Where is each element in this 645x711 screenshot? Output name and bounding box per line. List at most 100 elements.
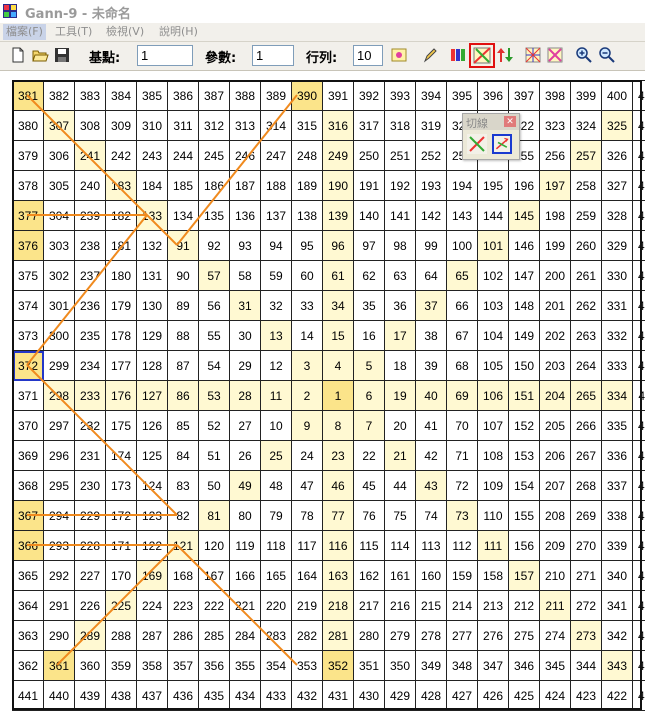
grid-cell[interactable]: 372 <box>12 350 44 381</box>
grid-cell[interactable]: 361 <box>43 650 75 681</box>
grid-cell[interactable]: 370 <box>12 410 44 441</box>
grid-cell[interactable]: 183 <box>105 170 137 201</box>
grid-cell[interactable]: 94 <box>260 230 292 261</box>
grid-cell[interactable]: 427 <box>446 680 478 711</box>
close-icon[interactable]: ✕ <box>504 116 516 127</box>
grid-cell[interactable]: 140 <box>353 200 385 231</box>
grid-cell[interactable]: 276 <box>477 620 509 651</box>
grid-cell[interactable]: 166 <box>229 560 261 591</box>
grid-cell[interactable]: 130 <box>136 290 168 321</box>
grid-cell[interactable]: 158 <box>477 560 509 591</box>
grid-cell[interactable]: 349 <box>415 650 447 681</box>
grid-cell[interactable]: 408 <box>632 290 645 321</box>
grid-cell[interactable]: 200 <box>539 260 571 291</box>
grid-cell[interactable]: 165 <box>260 560 292 591</box>
grid-cell[interactable]: 300 <box>43 320 75 351</box>
grid-cell[interactable]: 9 <box>291 410 323 441</box>
grid-cell[interactable]: 83 <box>167 470 199 501</box>
grid-cell[interactable]: 304 <box>43 200 75 231</box>
grid-cell[interactable]: 227 <box>74 560 106 591</box>
grid-cell[interactable]: 336 <box>601 440 633 471</box>
grid-cell[interactable]: 433 <box>260 680 292 711</box>
grid-cell[interactable]: 16 <box>353 320 385 351</box>
grid-cell[interactable]: 148 <box>508 290 540 321</box>
grid-cell[interactable]: 381 <box>12 80 44 111</box>
grid-cell[interactable]: 95 <box>291 230 323 261</box>
grid-cell[interactable]: 299 <box>43 350 75 381</box>
grid-cell[interactable]: 422 <box>601 680 633 711</box>
grid-cell[interactable]: 391 <box>322 80 354 111</box>
grid-cell[interactable]: 75 <box>384 500 416 531</box>
grid-cell[interactable]: 353 <box>291 650 323 681</box>
grid-cell[interactable]: 383 <box>74 80 106 111</box>
menu-tools[interactable]: 工具(T) <box>52 24 95 40</box>
grid-cell[interactable]: 91 <box>167 230 199 261</box>
open-folder-icon[interactable] <box>31 46 49 64</box>
grid-cell[interactable]: 175 <box>105 410 137 441</box>
grid-cell[interactable]: 13 <box>260 320 292 351</box>
grid-cell[interactable]: 332 <box>601 320 633 351</box>
grid-cell[interactable]: 214 <box>446 590 478 621</box>
grid-cell[interactable]: 127 <box>136 380 168 411</box>
grid-cell[interactable]: 157 <box>508 560 540 591</box>
grid-cell[interactable]: 219 <box>291 590 323 621</box>
up-down-arrows-icon[interactable] <box>496 46 514 64</box>
grid-cell[interactable]: 122 <box>136 530 168 561</box>
grid-cell[interactable]: 236 <box>74 290 106 321</box>
x-grid-icon[interactable] <box>546 46 564 64</box>
grid-cell[interactable]: 335 <box>601 410 633 441</box>
grid-cell[interactable]: 398 <box>539 80 571 111</box>
grid-cell[interactable]: 390 <box>291 80 323 111</box>
grid-cell[interactable]: 284 <box>229 620 261 651</box>
grid-cell[interactable]: 3 <box>291 350 323 381</box>
grid-cell[interactable]: 106 <box>477 380 509 411</box>
grid-cell[interactable]: 305 <box>43 170 75 201</box>
grid-cell[interactable]: 410 <box>632 350 645 381</box>
grid-cell[interactable]: 414 <box>632 470 645 501</box>
grid-cell[interactable]: 136 <box>229 200 261 231</box>
grid-cell[interactable]: 85 <box>167 410 199 441</box>
grid-cell[interactable]: 32 <box>260 290 292 321</box>
grid-cell[interactable]: 348 <box>446 650 478 681</box>
grid-cell[interactable]: 6 <box>353 380 385 411</box>
grid-cell[interactable]: 282 <box>291 620 323 651</box>
grid-cell[interactable]: 196 <box>508 170 540 201</box>
grid-cell[interactable]: 404 <box>632 170 645 201</box>
grid-cell[interactable]: 235 <box>74 320 106 351</box>
grid-cell[interactable]: 441 <box>12 680 44 711</box>
grid-cell[interactable]: 416 <box>632 530 645 561</box>
grid-cell[interactable]: 358 <box>136 650 168 681</box>
grid-cell[interactable]: 52 <box>198 410 230 441</box>
grid-cell[interactable]: 195 <box>477 170 509 201</box>
grid-cell[interactable]: 80 <box>229 500 261 531</box>
grid-cell[interactable]: 116 <box>322 530 354 561</box>
grid-cell[interactable]: 364 <box>12 590 44 621</box>
grid-cell[interactable]: 415 <box>632 500 645 531</box>
grid-cell[interactable]: 375 <box>12 260 44 291</box>
grid-cell[interactable]: 96 <box>322 230 354 261</box>
grid-cell[interactable]: 407 <box>632 260 645 291</box>
grid-cell[interactable]: 55 <box>198 320 230 351</box>
grid-cell[interactable]: 1 <box>322 380 354 411</box>
grid-cell[interactable]: 206 <box>539 440 571 471</box>
grid-cell[interactable]: 154 <box>508 470 540 501</box>
grid-cell[interactable]: 62 <box>353 260 385 291</box>
grid-cell[interactable]: 267 <box>570 440 602 471</box>
grid-cell[interactable]: 61 <box>322 260 354 291</box>
grid-cell[interactable]: 46 <box>322 470 354 501</box>
grid-cell[interactable]: 382 <box>43 80 75 111</box>
grid-cell[interactable]: 69 <box>446 380 478 411</box>
grid-cell[interactable]: 313 <box>229 110 261 141</box>
grid-cell[interactable]: 269 <box>570 500 602 531</box>
grid-cell[interactable]: 376 <box>12 230 44 261</box>
grid-cell[interactable]: 258 <box>570 170 602 201</box>
grid-cell[interactable]: 167 <box>198 560 230 591</box>
grid-cell[interactable]: 159 <box>446 560 478 591</box>
grid-cell[interactable]: 278 <box>415 620 447 651</box>
grid-cell[interactable]: 439 <box>74 680 106 711</box>
grid-cell[interactable]: 311 <box>167 110 199 141</box>
grid-cell[interactable]: 369 <box>12 440 44 471</box>
grid-cell[interactable]: 367 <box>12 500 44 531</box>
grid-cell[interactable]: 312 <box>198 110 230 141</box>
angle-line-icon[interactable] <box>492 134 512 154</box>
